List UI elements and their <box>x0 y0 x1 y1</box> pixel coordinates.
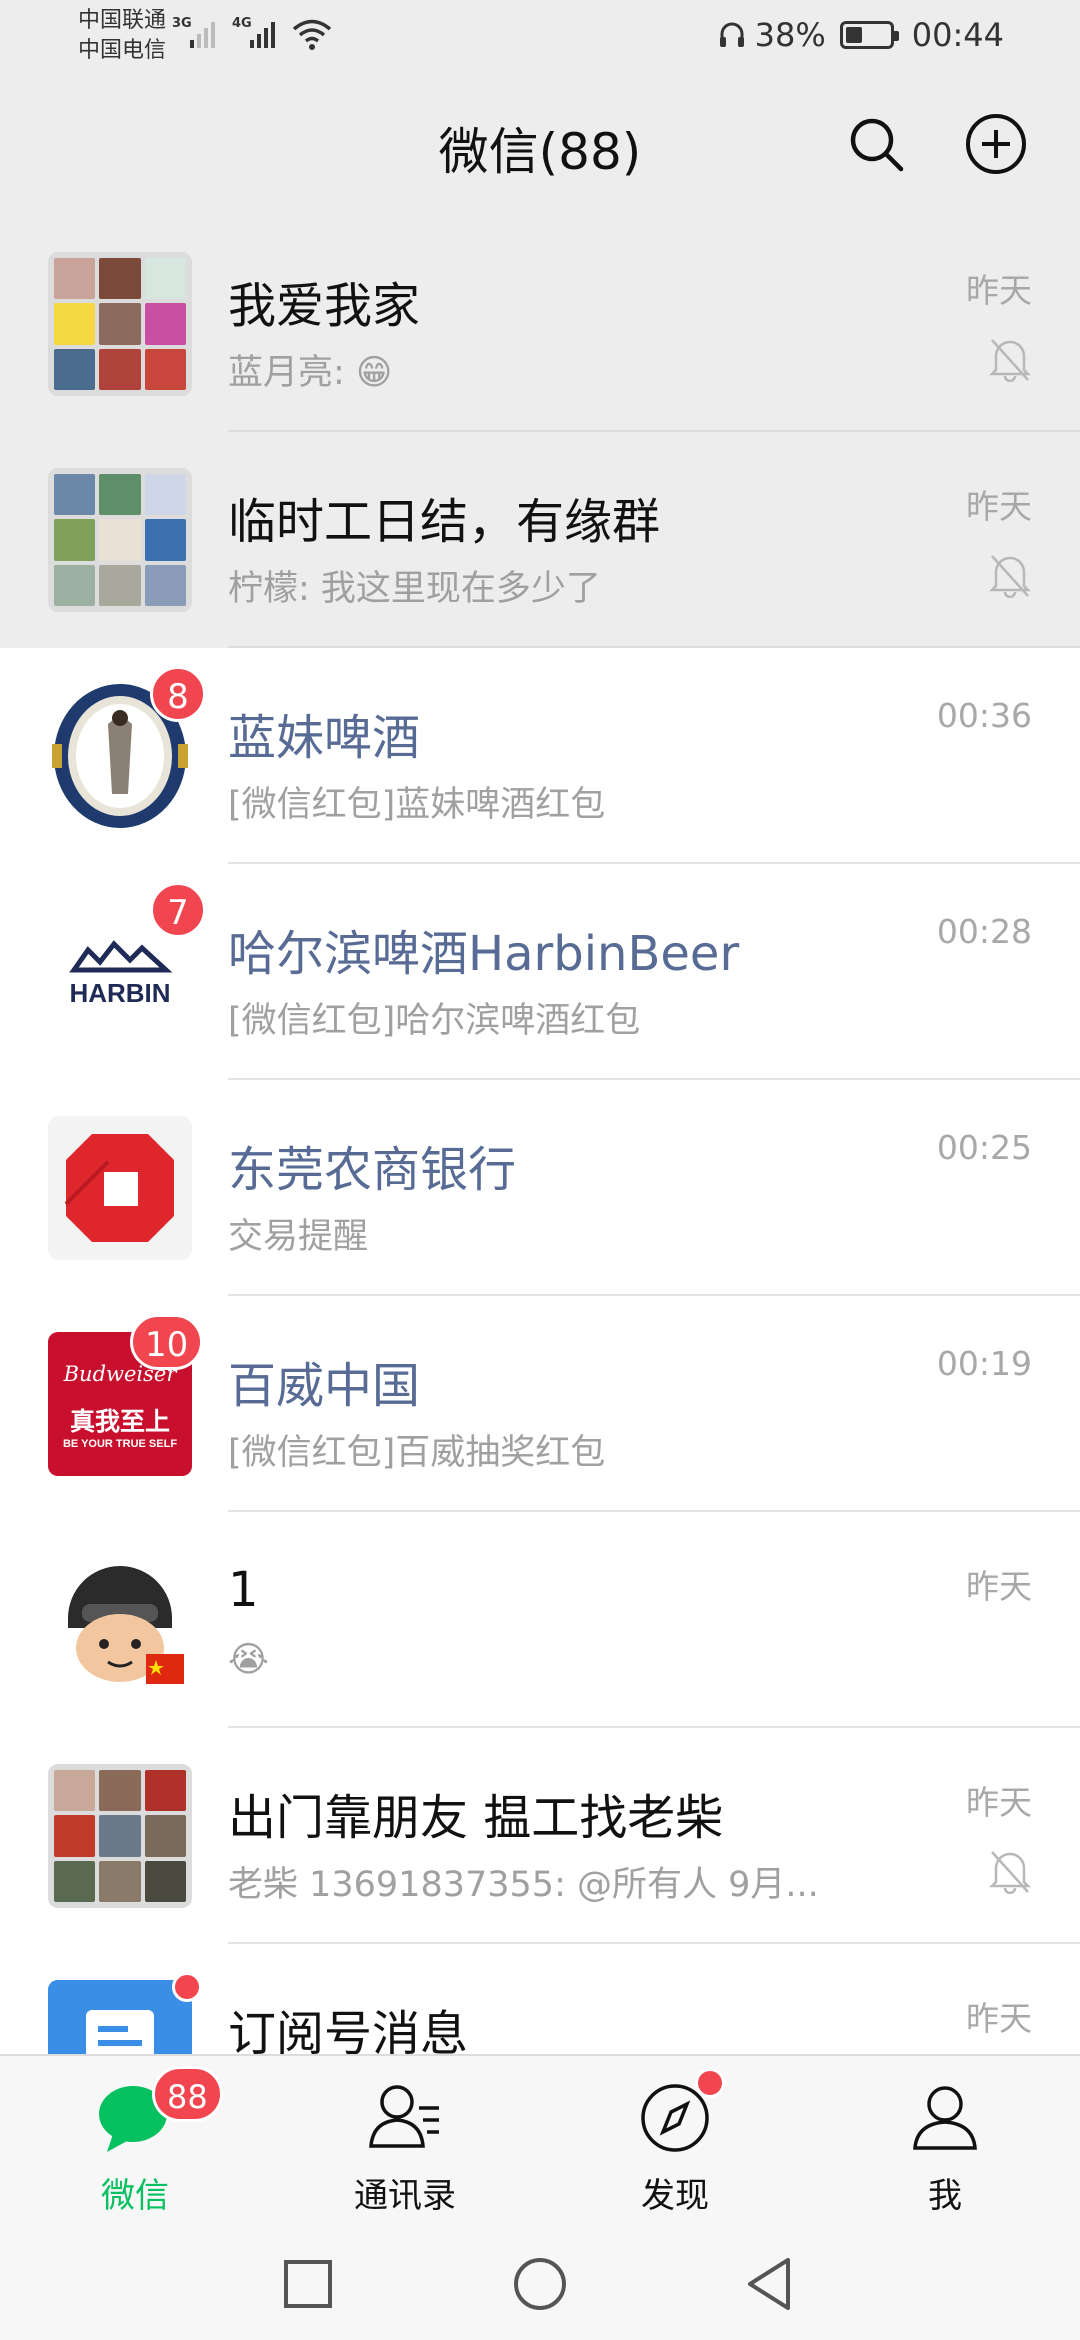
contacts-icon <box>369 2085 439 2148</box>
mute-bell-icon <box>988 1851 1032 1894</box>
search-icon <box>850 118 904 172</box>
status-bar: 中国联通 中国电信 3G 4G 38% 00:44 <box>0 0 1080 72</box>
chat-preview: 😭 <box>228 1640 269 1680</box>
unread-dot <box>172 1972 202 2002</box>
chat-row-subscriptions[interactable]: 订阅号消息 昨天 <box>0 1944 1080 2054</box>
network-type-1: 3G <box>172 16 192 31</box>
chat-name: 1 <box>228 1562 259 1618</box>
chat-time: 昨天 <box>966 1999 1032 2038</box>
chat-name: 百威中国 <box>228 1358 421 1414</box>
tab-label: 通讯录 <box>354 2176 456 2216</box>
chat-time: 00:36 <box>936 696 1032 735</box>
budweiser-slogan: 真我至上 <box>69 1407 170 1436</box>
chat-preview: 柠檬: 我这里现在多少了 <box>228 569 601 609</box>
unread-badge: 10 <box>130 1314 204 1370</box>
plus-circle-icon <box>966 114 1026 174</box>
wifi-icon <box>292 19 332 50</box>
home-icon[interactable] <box>510 2254 570 2314</box>
subscription-avatar <box>48 1980 192 2054</box>
tab-discover[interactable]: 发现 <box>540 2056 810 2230</box>
back-icon[interactable] <box>740 2254 800 2314</box>
add-button[interactable] <box>960 108 1032 180</box>
signal-icon-1 <box>190 14 215 48</box>
tab-label: 我 <box>928 2176 962 2216</box>
chat-time: 00:19 <box>936 1344 1032 1383</box>
carrier-2: 中国电信 <box>78 38 167 63</box>
chat-row-wo-ai-wo-jia[interactable]: 我爱我家 蓝月亮: 😁 昨天 <box>0 216 1080 432</box>
chat-name: 我爱我家 <box>228 278 421 334</box>
chat-name: 出门靠朋友 揾工找老柴 <box>228 1790 724 1846</box>
battery-icon <box>839 21 899 49</box>
chat-row-job-group[interactable]: 出门靠朋友 揾工找老柴 老柴 13691837355: @所有人 9月... 昨… <box>0 1728 1080 1944</box>
chat-time: 昨天 <box>966 271 1032 310</box>
chat-name: 东莞农商银行 <box>228 1142 517 1198</box>
chat-preview: [微信红包]百威抽奖红包 <box>228 1433 606 1473</box>
mute-bell-icon <box>988 339 1032 382</box>
budweiser-slogan-en: BE YOUR TRUE SELF <box>62 1438 178 1450</box>
bottom-tab-bar: 88 微信 通讯录 发现 我 <box>0 2054 1080 2228</box>
chat-row-harbin-beer[interactable]: HARBIN 7 哈尔滨啤酒HarbinBeer [微信红包]哈尔滨啤酒红包 0… <box>0 864 1080 1080</box>
network-type-2: 4G <box>232 16 252 31</box>
chat-list[interactable]: 我爱我家 蓝月亮: 😁 昨天 临时工日结，有缘群 柠檬: 我这里现在多少了 昨天 <box>0 216 1080 2054</box>
clock: 00:44 <box>911 16 1004 54</box>
chat-preview: [微信红包]蓝妹啤酒红包 <box>228 785 606 825</box>
chat-time: 昨天 <box>966 487 1032 526</box>
tab-unread-dot <box>695 2068 725 2098</box>
chat-row-contact-1[interactable]: 1 😭 昨天 <box>0 1512 1080 1728</box>
unread-badge: 7 <box>150 882 206 938</box>
chat-time: 昨天 <box>966 1783 1032 1822</box>
page-title: 微信(88) <box>438 123 642 181</box>
chat-name: 订阅号消息 <box>228 2006 469 2054</box>
system-nav-bar <box>0 2228 1080 2340</box>
tab-label: 发现 <box>641 2176 709 2216</box>
chat-preview: 蓝月亮: 😁 <box>228 353 393 393</box>
chat-row-budweiser-china[interactable]: Budweiser 真我至上 BE YOUR TRUE SELF 10 百威中国… <box>0 1296 1080 1512</box>
recent-apps-icon[interactable] <box>278 2254 338 2314</box>
chat-row-dongguan-bank[interactable]: 东莞农商银行 交易提醒 00:25 <box>0 1080 1080 1296</box>
signal-icon-2 <box>250 14 275 48</box>
chat-name: 蓝妹啤酒 <box>228 710 421 766</box>
chat-time: 00:28 <box>936 912 1032 951</box>
tab-label: 微信 <box>101 2176 169 2216</box>
group-avatar <box>48 252 192 396</box>
headphone-icon <box>719 22 744 47</box>
unread-badge: 8 <box>150 666 206 722</box>
search-button[interactable] <box>840 108 912 180</box>
group-avatar <box>48 468 192 612</box>
person-icon <box>913 2086 977 2150</box>
chat-row-lanmei-beer[interactable]: 8 蓝妹啤酒 [微信红包]蓝妹啤酒红包 00:36 <box>0 648 1080 864</box>
harbin-logo-text: HARBIN <box>69 978 171 1008</box>
tab-me[interactable]: 我 <box>810 2056 1080 2230</box>
chat-time: 昨天 <box>966 1567 1032 1606</box>
battery-fill <box>845 27 862 43</box>
bank-logo-avatar <box>48 1116 192 1260</box>
group-avatar <box>48 1764 192 1908</box>
title-bar: 微信(88) <box>0 72 1080 216</box>
chat-preview: 交易提醒 <box>228 1217 369 1257</box>
chat-preview: 老柴 13691837355: @所有人 9月... <box>228 1865 819 1905</box>
tab-contacts[interactable]: 通讯录 <box>270 2056 540 2230</box>
carrier-1: 中国联通 <box>78 8 167 33</box>
battery-percent: 38% <box>754 16 826 54</box>
tab-unread-badge: 88 <box>152 2066 223 2122</box>
chat-row-temp-work-group[interactable]: 临时工日结，有缘群 柠檬: 我这里现在多少了 昨天 <box>0 432 1080 648</box>
status-right: 38% 00:44 <box>717 16 1004 54</box>
mute-bell-icon <box>988 555 1032 598</box>
chat-preview: [微信红包]哈尔滨啤酒红包 <box>228 1001 641 1041</box>
chat-time: 00:25 <box>936 1128 1032 1167</box>
chat-name: 临时工日结，有缘群 <box>228 494 661 550</box>
tab-chats[interactable]: 88 微信 <box>0 2056 270 2230</box>
chat-name: 哈尔滨啤酒HarbinBeer <box>228 926 740 982</box>
cartoon-soldier-avatar <box>48 1548 192 1692</box>
